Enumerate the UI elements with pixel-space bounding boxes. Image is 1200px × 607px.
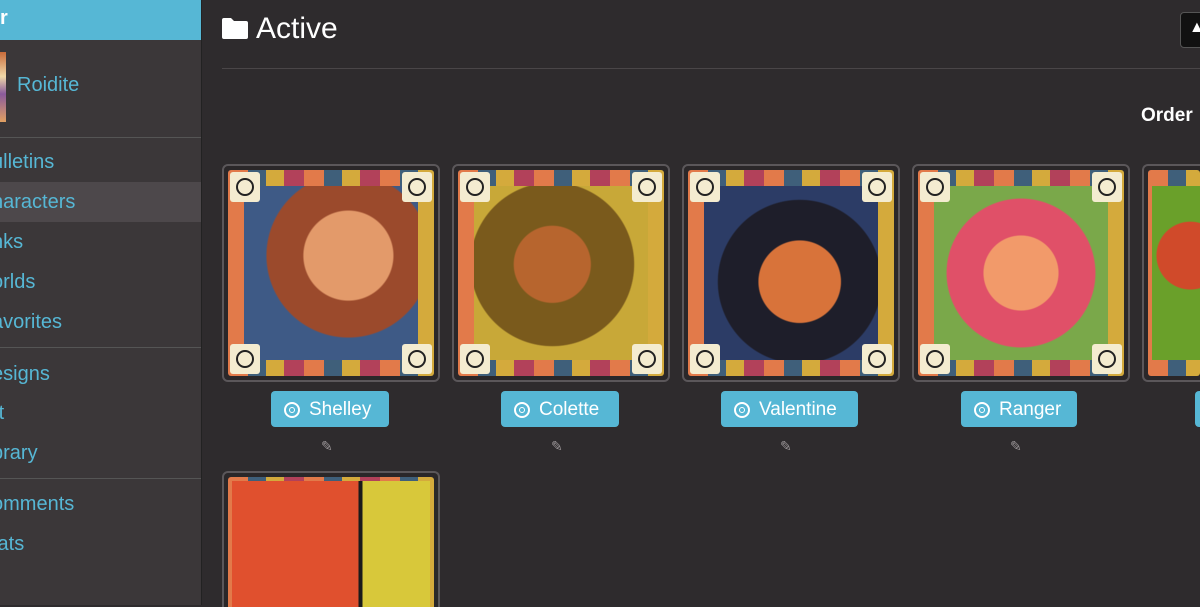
nav-label: brary xyxy=(0,442,38,464)
swirl-icon xyxy=(1092,344,1122,374)
swirl-icon xyxy=(690,172,720,202)
sidebar-divider xyxy=(0,478,201,479)
username-link[interactable]: Roidite xyxy=(17,74,79,97)
swirl-icon xyxy=(514,402,530,418)
character-card[interactable] xyxy=(1142,164,1200,382)
swirl-icon xyxy=(230,344,260,374)
nav-stats[interactable]: tats xyxy=(0,524,201,564)
nav-label: rt xyxy=(0,402,5,424)
swirl-icon xyxy=(460,344,490,374)
character-thumbnail[interactable] xyxy=(918,170,1124,376)
nav-label: esigns xyxy=(0,363,50,385)
character-card[interactable] xyxy=(452,164,670,382)
nav-label: ulletins xyxy=(0,151,55,173)
nav-label: nks xyxy=(0,231,24,253)
nav-characters[interactable]: haracters xyxy=(0,182,201,222)
nav-label: omments xyxy=(0,493,75,515)
sidebar-divider xyxy=(0,347,201,348)
character-thumbnail[interactable] xyxy=(688,170,894,376)
edit-pencil-icon[interactable]: ✎ xyxy=(1010,438,1022,455)
nav-label: orlds xyxy=(0,271,36,293)
nav-links[interactable]: nks xyxy=(0,222,201,262)
order-label: Order xyxy=(1141,105,1193,126)
nav-art[interactable]: rt xyxy=(0,393,201,433)
swirl-icon xyxy=(690,344,720,374)
edit-pencil-icon[interactable]: ✎ xyxy=(321,438,333,455)
swirl-icon xyxy=(974,402,990,418)
character-name: Valentine xyxy=(759,399,837,420)
title-divider xyxy=(222,68,1200,69)
character-art xyxy=(232,481,430,607)
nav-label: tats xyxy=(0,533,25,555)
swirl-icon xyxy=(1092,172,1122,202)
avatar[interactable] xyxy=(0,52,6,122)
character-thumbnail[interactable] xyxy=(458,170,664,376)
upload-button[interactable]: ▲ xyxy=(1180,12,1200,48)
character-card[interactable] xyxy=(222,471,440,607)
character-art xyxy=(934,186,1108,360)
nav-bulletins[interactable]: ulletins xyxy=(0,142,201,182)
swirl-icon xyxy=(862,172,892,202)
character-card[interactable] xyxy=(222,164,440,382)
swirl-icon xyxy=(230,172,260,202)
nav-label: avorites xyxy=(0,311,63,333)
swirl-icon xyxy=(734,402,750,418)
swirl-icon xyxy=(284,402,300,418)
character-card[interactable] xyxy=(912,164,1130,382)
character-name-button[interactable] xyxy=(1195,391,1200,427)
swirl-icon xyxy=(402,172,432,202)
swirl-icon xyxy=(920,172,950,202)
swirl-icon xyxy=(632,344,662,374)
nav-designs[interactable]: esigns xyxy=(0,354,201,394)
swirl-icon xyxy=(632,172,662,202)
upload-arrow-icon: ▲ xyxy=(1189,19,1200,36)
nav-library[interactable]: brary xyxy=(0,433,201,473)
swirl-icon xyxy=(862,344,892,374)
edit-pencil-icon[interactable]: ✎ xyxy=(551,438,563,455)
page-title: Active xyxy=(256,12,338,45)
sidebar-divider xyxy=(0,137,201,138)
sidebar: r Roidite ulletins haracters nks orlds a… xyxy=(0,0,202,605)
swirl-icon xyxy=(460,172,490,202)
character-name-button[interactable]: Colette xyxy=(501,391,619,427)
character-art xyxy=(704,186,878,360)
character-name: Shelley xyxy=(309,399,372,420)
nav-worlds[interactable]: orlds xyxy=(0,262,201,302)
character-thumbnail[interactable] xyxy=(228,170,434,376)
main-content: Active ▲ Order Shelley ✎ Colette ✎ Valen… xyxy=(202,0,1200,607)
character-name-button[interactable]: Valentine xyxy=(721,391,858,427)
character-card[interactable] xyxy=(682,164,900,382)
nav-label: haracters xyxy=(0,191,76,213)
edit-pencil-icon[interactable]: ✎ xyxy=(780,438,792,455)
character-art xyxy=(244,186,418,360)
character-thumbnail[interactable] xyxy=(228,477,434,607)
user-profile[interactable]: Roidite xyxy=(0,50,201,122)
sidebar-header-text: r xyxy=(0,7,8,29)
nav-comments[interactable]: omments xyxy=(0,484,201,524)
sidebar-header: r xyxy=(0,0,201,40)
swirl-icon xyxy=(402,344,432,374)
character-art xyxy=(474,186,648,360)
folder-icon xyxy=(222,18,248,39)
character-thumbnail[interactable] xyxy=(1148,170,1200,376)
character-name-button[interactable]: Ranger xyxy=(961,391,1077,427)
swirl-icon xyxy=(920,344,950,374)
character-name-button[interactable]: Shelley xyxy=(271,391,389,427)
nav-favorites[interactable]: avorites xyxy=(0,302,201,342)
character-name: Ranger xyxy=(999,399,1062,420)
character-name: Colette xyxy=(539,399,600,420)
character-art xyxy=(1152,186,1200,360)
